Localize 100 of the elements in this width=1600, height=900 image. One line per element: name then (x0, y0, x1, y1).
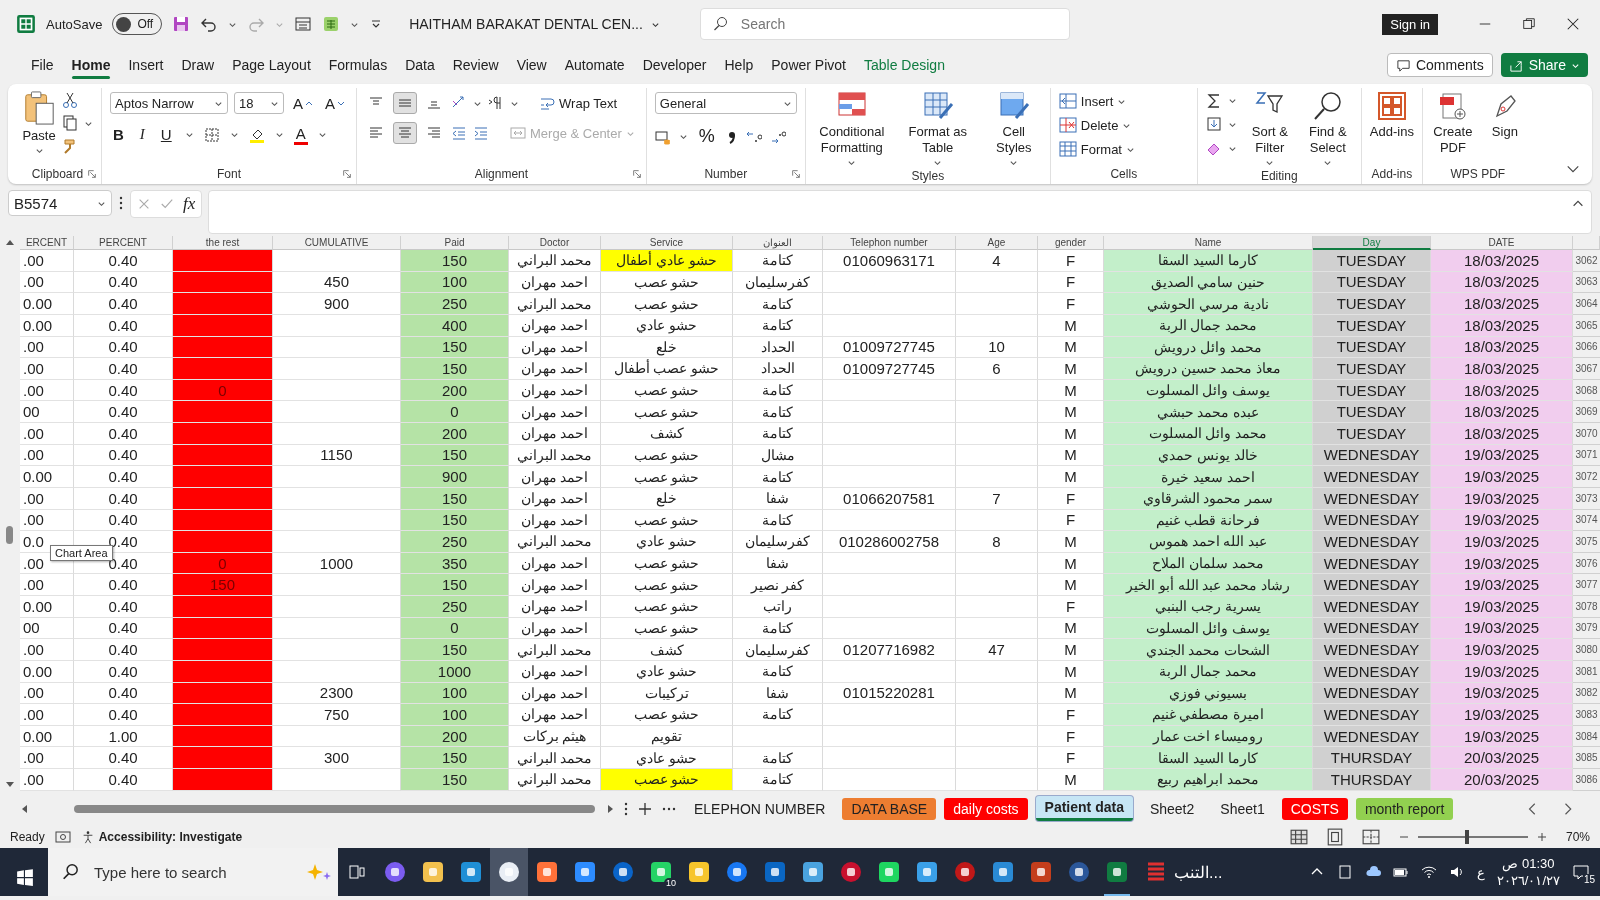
find-select-button[interactable]: Find & Select (1302, 88, 1353, 167)
up-caret-icon[interactable] (305, 99, 313, 107)
taskbar-search-field[interactable]: Type here to search (48, 848, 338, 896)
search-input[interactable]: Search (738, 15, 1057, 33)
more-icon[interactable] (623, 800, 629, 817)
sheet-tab[interactable]: COSTS (1281, 797, 1348, 820)
ribbon-tab[interactable]: Power Pivot (762, 51, 855, 79)
search-icon[interactable] (62, 863, 80, 881)
caret-icon[interactable] (847, 158, 857, 167)
caret-icon[interactable] (1009, 158, 1019, 167)
zoom-in-icon[interactable] (1535, 831, 1548, 843)
row-header[interactable]: 3063 (1573, 271, 1600, 294)
ribbon-tab[interactable]: Developer (633, 51, 716, 79)
ribbon-button[interactable]: Insert (1058, 92, 1135, 110)
ribbon-button[interactable]: Conditional Formatting (813, 88, 890, 167)
name-box[interactable]: B5574 (8, 190, 112, 216)
decrease-decimal-icon[interactable] (769, 128, 786, 145)
app-icon[interactable] (611, 860, 635, 884)
dialog-launcher-icon[interactable] (87, 169, 97, 179)
zoom-level[interactable]: 70% (1565, 830, 1590, 844)
add-sheet-icon[interactable] (637, 800, 653, 817)
caret-icon[interactable] (933, 158, 943, 167)
row-header[interactable]: 3076 (1573, 552, 1600, 575)
column-header[interactable]: DATE (1431, 236, 1573, 250)
caret-icon[interactable] (1323, 158, 1333, 167)
dialog-launcher-icon[interactable] (342, 169, 353, 179)
app-icon[interactable] (687, 860, 711, 884)
app-icon[interactable] (497, 860, 521, 884)
wifi-icon[interactable] (1420, 864, 1437, 880)
app-icon[interactable] (1067, 860, 1091, 884)
ribbon-tab[interactable]: Automate (555, 51, 634, 79)
close-icon[interactable] (1566, 17, 1580, 31)
row-header[interactable]: 3077 (1573, 574, 1600, 596)
row-header[interactable]: 3072 (1573, 466, 1600, 488)
row-header[interactable]: 3068 (1573, 379, 1600, 402)
ribbon-tab[interactable]: Insert (119, 51, 173, 79)
task-view-icon[interactable] (347, 862, 367, 882)
formula-input[interactable] (208, 190, 1592, 234)
shrink-font-button[interactable]: A (322, 92, 349, 114)
caret-icon[interactable] (274, 130, 284, 139)
down-caret-icon[interactable] (337, 99, 346, 107)
row-header[interactable]: 3067 (1573, 358, 1600, 380)
taskbar-search-input[interactable]: Type here to search (92, 862, 295, 882)
row-header[interactable]: 3064 (1573, 293, 1600, 315)
app-icon[interactable] (459, 860, 483, 884)
column-header[interactable]: Doctor (509, 236, 601, 250)
row-header[interactable]: 3066 (1573, 336, 1600, 359)
caret-icon[interactable] (678, 132, 688, 141)
row-header[interactable]: 3073 (1573, 487, 1600, 510)
italic-button[interactable]: I (136, 124, 148, 145)
app-icon[interactable] (535, 860, 559, 884)
app-icon[interactable] (877, 860, 901, 884)
row-header[interactable]: 3085 (1573, 747, 1600, 769)
ribbon-tab[interactable]: Page Layout (223, 51, 320, 79)
app-icon[interactable] (573, 860, 597, 884)
check-icon[interactable] (159, 197, 175, 211)
app-icon[interactable] (763, 860, 787, 884)
dialog-launcher-icon[interactable] (790, 169, 801, 179)
column-header[interactable]: Age (956, 236, 1038, 250)
document-title[interactable]: HAITHAM BARAKAT DENTAL CEN... (409, 16, 643, 32)
ribbon-tab[interactable]: Help (715, 51, 763, 79)
clock-time[interactable]: 01:30 ص (1502, 855, 1555, 872)
macro-icon[interactable] (54, 829, 71, 845)
sign-in-button[interactable]: Sign in (1382, 13, 1438, 35)
ribbon-tab[interactable]: Home (62, 51, 120, 79)
row-header[interactable]: 3069 (1573, 401, 1600, 423)
app-icon[interactable] (1029, 860, 1053, 884)
column-header[interactable]: العنوان (733, 236, 823, 250)
column-header[interactable]: ERCENT (20, 236, 74, 250)
clipboard-icon[interactable] (22, 90, 56, 126)
bold-button[interactable]: B (110, 124, 127, 145)
ribbon-button[interactable]: Delete (1058, 116, 1135, 134)
comments-button[interactable]: Comments (1386, 53, 1493, 77)
page-layout-icon[interactable] (1325, 828, 1344, 846)
caret-icon[interactable] (1265, 158, 1275, 167)
ribbon-button[interactable]: Format as Table (899, 88, 976, 167)
create-pdf-button[interactable]: Create PDF (1430, 88, 1475, 156)
app-icon[interactable] (383, 860, 407, 884)
column-header[interactable]: Day (1313, 236, 1431, 250)
ribbon-tab[interactable]: Draw (172, 51, 224, 79)
comment-icon[interactable] (1395, 57, 1411, 73)
app-icon[interactable] (725, 860, 749, 884)
font-size-field[interactable]: 18 (234, 92, 284, 114)
restore-icon[interactable] (1522, 17, 1536, 31)
row-header[interactable]: 3071 (1573, 444, 1600, 467)
row-header[interactable]: 3081 (1573, 660, 1600, 683)
scrollbar-thumb[interactable] (74, 804, 595, 813)
sort-filter-button[interactable]: Sort & Filter (1246, 88, 1293, 167)
column-header[interactable]: Service (601, 236, 733, 250)
excel-logo-icon[interactable] (16, 14, 36, 34)
app-icon[interactable] (1105, 860, 1129, 884)
insert-function-button[interactable]: fx (183, 194, 196, 214)
row-header[interactable]: 3075 (1573, 531, 1600, 553)
row-header[interactable]: 3083 (1573, 704, 1600, 726)
column-header[interactable]: CUMULATIVE (273, 236, 401, 250)
row-header[interactable]: 3065 (1573, 314, 1600, 337)
copy-icon[interactable] (62, 115, 78, 131)
ribbon-tab[interactable]: Review (443, 51, 508, 79)
zoom-slider-thumb[interactable] (1465, 830, 1470, 844)
taskbar-app-title[interactable]: التنب... (1174, 862, 1223, 882)
